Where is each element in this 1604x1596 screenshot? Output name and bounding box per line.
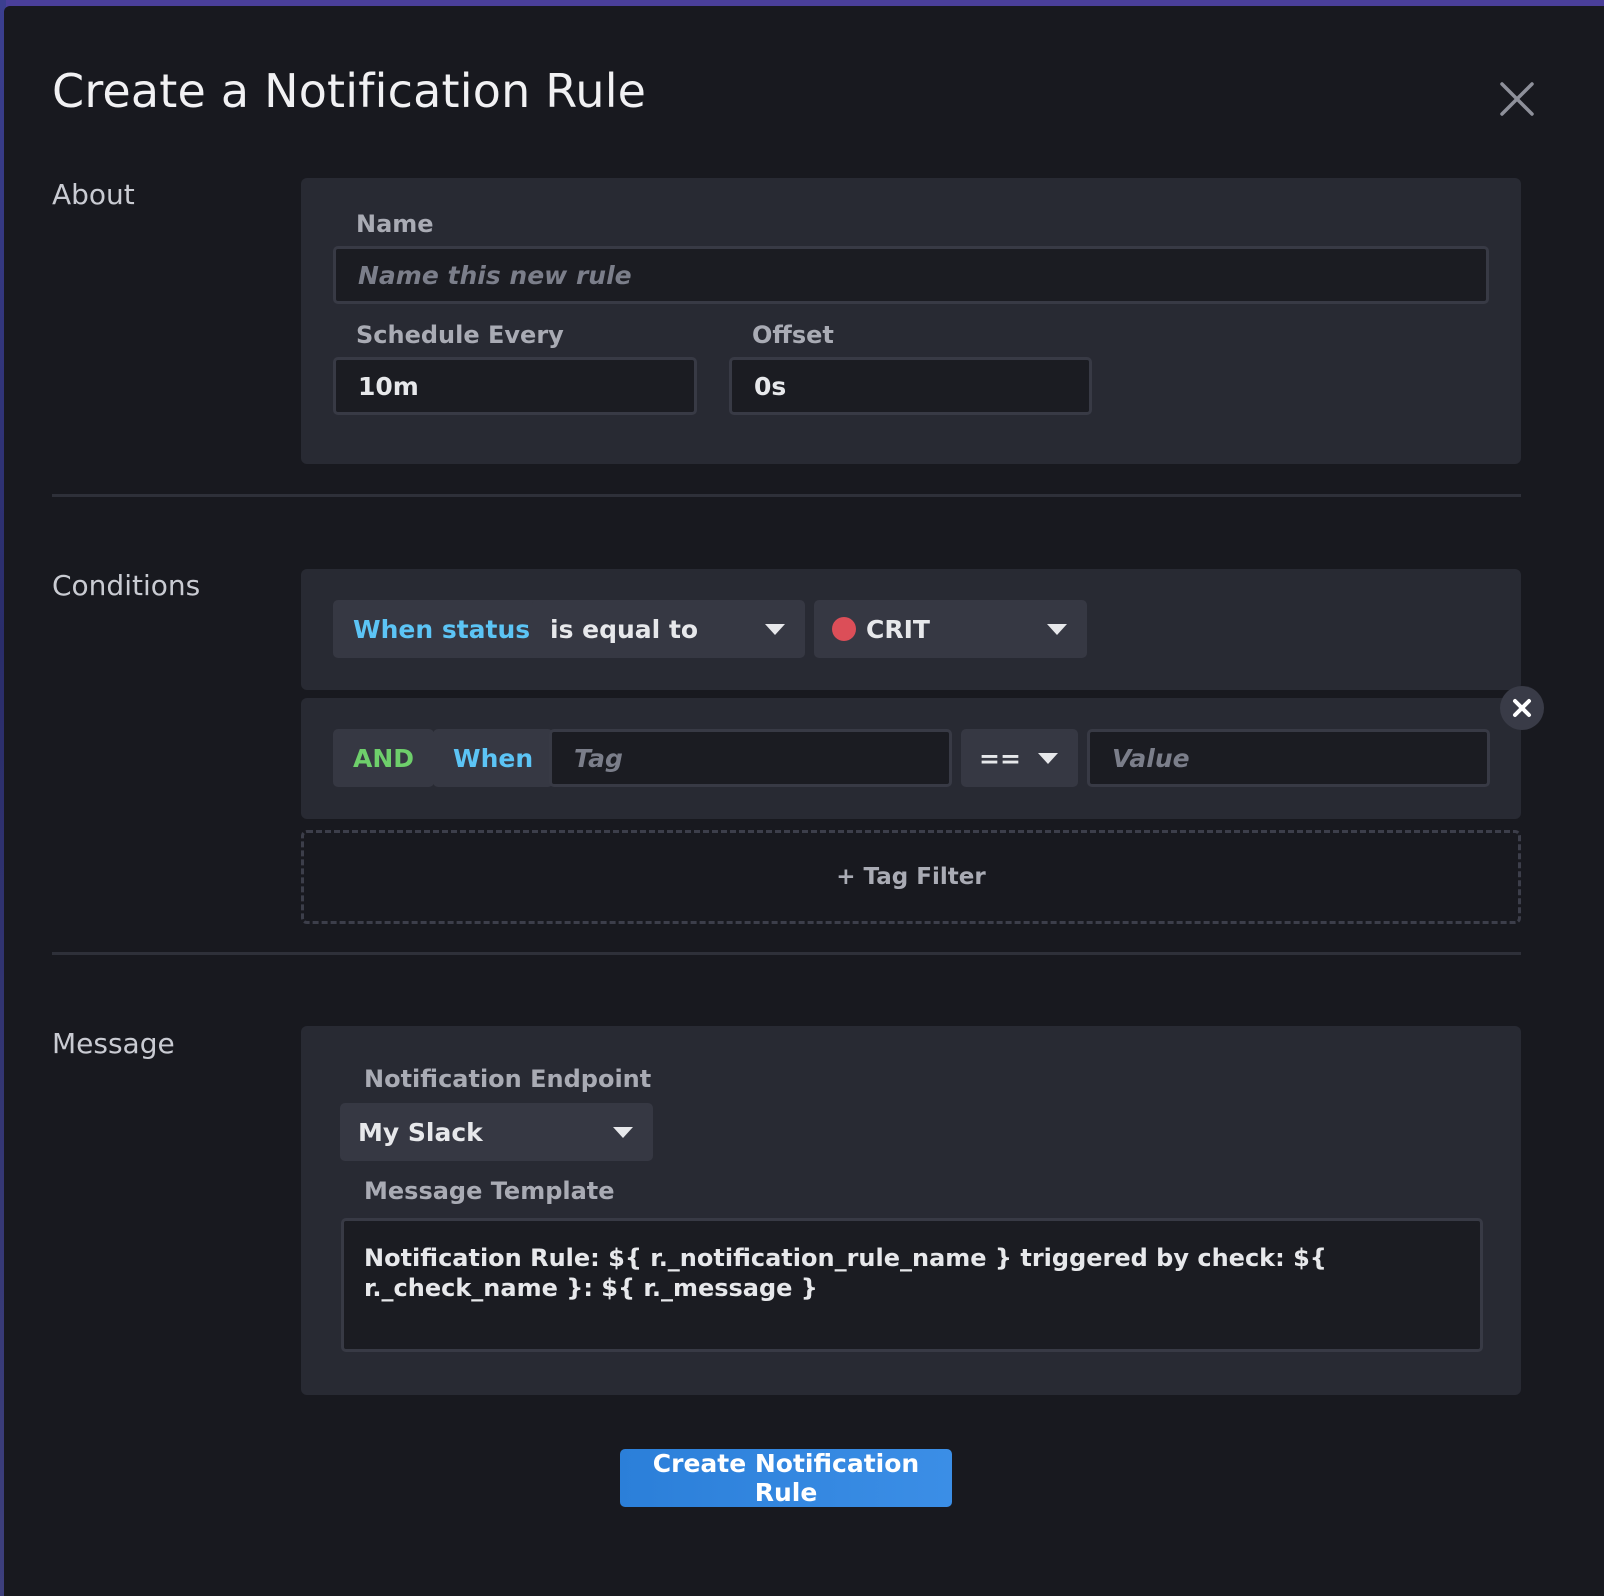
create-notification-rule-button[interactable]: Create Notification Rule (620, 1449, 952, 1507)
when-chip: When (433, 729, 554, 787)
value-input[interactable]: Value (1087, 729, 1490, 787)
schedule-input[interactable]: 10m (333, 357, 697, 415)
chevron-down-icon (1038, 753, 1058, 764)
message-section-label: Message (52, 1027, 175, 1060)
endpoint-dropdown[interactable]: My Slack (340, 1103, 653, 1161)
section-divider (52, 952, 1521, 955)
endpoint-label: Notification Endpoint (364, 1065, 652, 1093)
about-panel: Name Name this new rule Schedule Every 1… (301, 178, 1521, 464)
crit-status-dot-icon (832, 617, 856, 641)
conditions-section-label: Conditions (52, 569, 201, 602)
chevron-down-icon (1047, 624, 1067, 635)
and-chip: AND (333, 729, 435, 787)
offset-input[interactable]: 0s (729, 357, 1092, 415)
offset-label: Offset (752, 321, 834, 349)
notification-rule-overlay: Create a Notification Rule About Name Na… (4, 6, 1604, 1596)
template-label: Message Template (364, 1177, 615, 1205)
status-level-value: CRIT (866, 614, 930, 644)
chevron-down-icon (765, 624, 785, 635)
close-icon[interactable] (1494, 76, 1540, 122)
status-condition-panel: When status is equal to CRIT (301, 569, 1521, 690)
dialog-title: Create a Notification Rule (52, 64, 647, 118)
tag-condition-panel: AND When Tag == Value (301, 698, 1521, 819)
close-icon (1513, 699, 1531, 717)
add-tag-filter-button[interactable]: + Tag Filter (301, 830, 1521, 924)
tag-input[interactable]: Tag (549, 729, 952, 787)
name-label: Name (356, 210, 434, 238)
schedule-label: Schedule Every (356, 321, 564, 349)
chevron-down-icon (613, 1127, 633, 1138)
section-divider (52, 494, 1521, 497)
name-input[interactable]: Name this new rule (333, 246, 1489, 304)
when-status-chip: When status (333, 600, 551, 658)
about-section-label: About (52, 178, 135, 211)
operator-dropdown[interactable]: == (961, 729, 1078, 787)
operator-value: == (979, 743, 1021, 773)
endpoint-value: My Slack (358, 1117, 483, 1147)
message-template-textarea[interactable]: Notification Rule: ${ r._notification_ru… (341, 1218, 1483, 1352)
remove-tag-filter-button[interactable] (1500, 686, 1544, 730)
comparator-dropdown[interactable]: is equal to (532, 600, 805, 658)
comparator-value: is equal to (550, 614, 699, 644)
status-level-dropdown[interactable]: CRIT (814, 600, 1087, 658)
